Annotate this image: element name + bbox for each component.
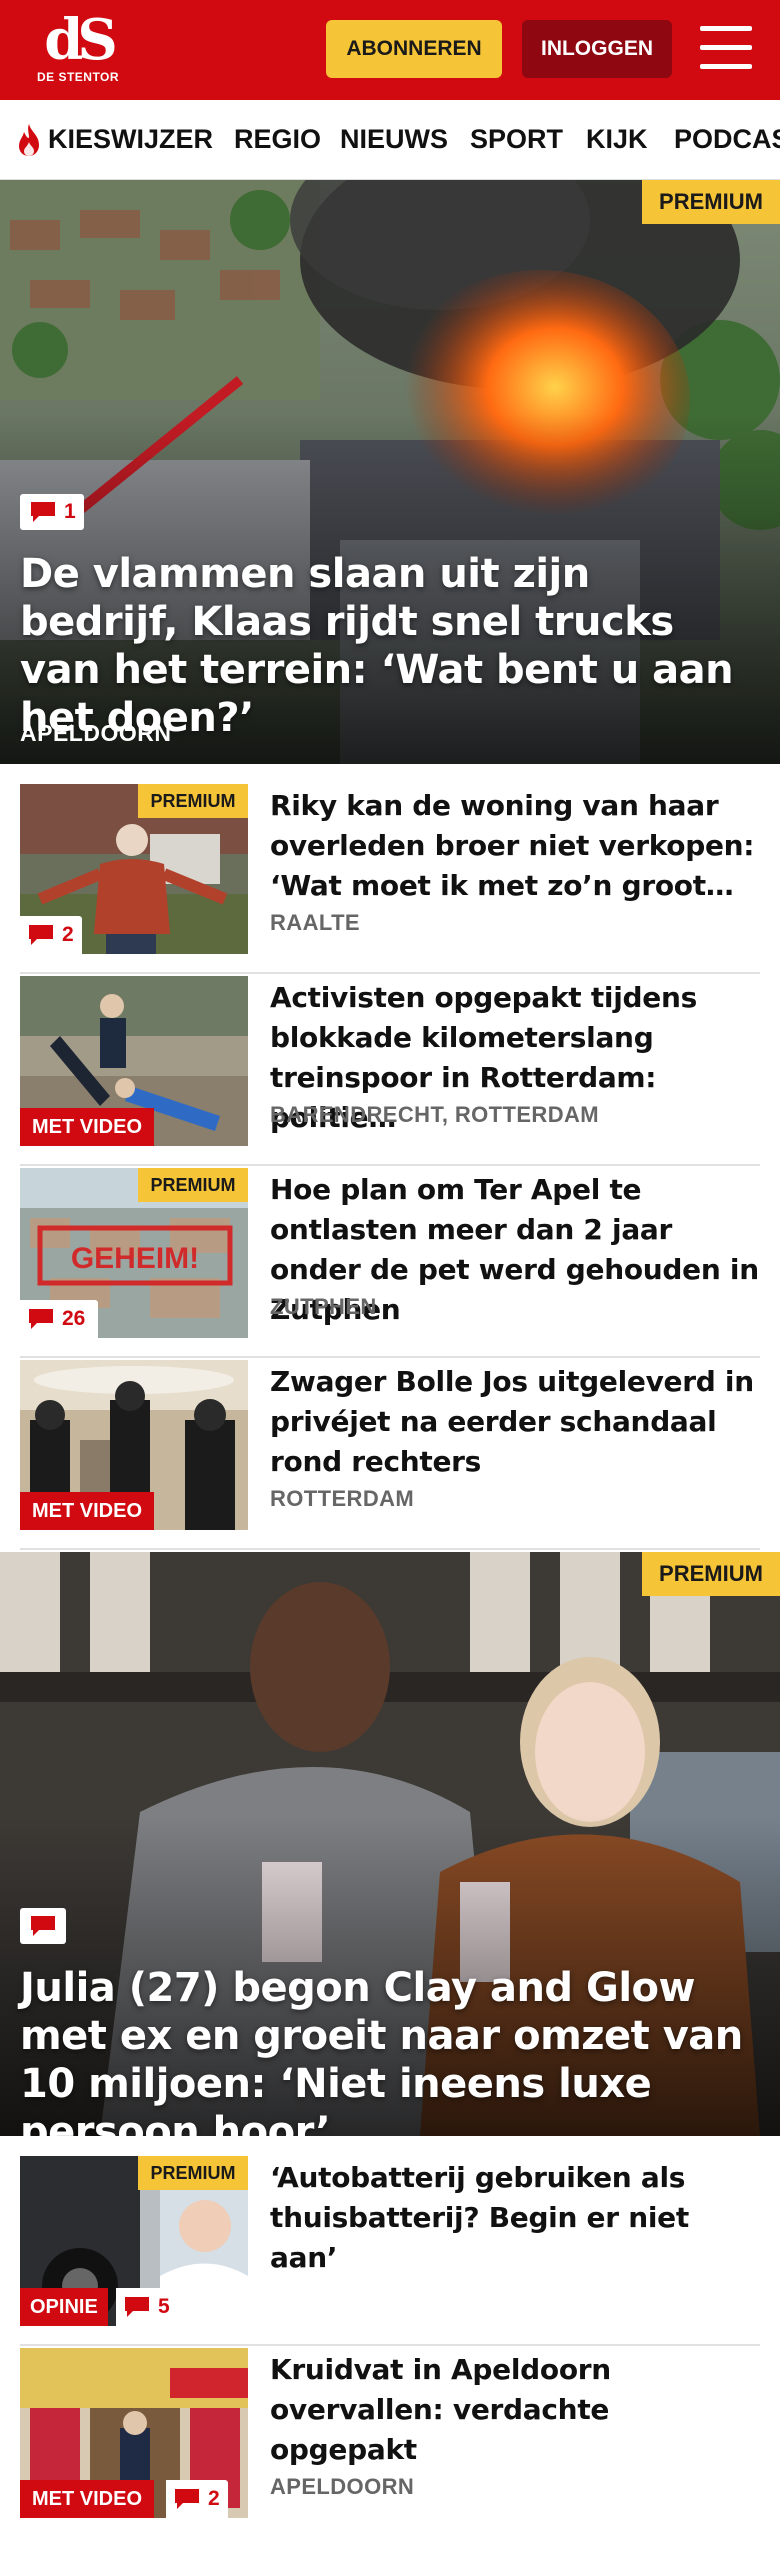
premium-badge: PREMIUM [642, 180, 780, 224]
article-thumbnail: MET VIDEO 2 [20, 2348, 248, 2518]
article-thumbnail: PREMIUM 2 [20, 784, 248, 954]
list-item[interactable]: MET VIDEO 2 Kruidvat in Apeldoorn overva… [20, 2348, 760, 2538]
list-item[interactable]: MET VIDEO Activisten opgepakt tijdens bl… [20, 976, 760, 1166]
article-headline[interactable]: Kruidvat in Apeldoorn overvallen: verdac… [270, 2350, 760, 2470]
comment-badge[interactable] [20, 1908, 66, 1944]
premium-badge: PREMIUM [138, 1168, 248, 1202]
video-tag: MET VIDEO [20, 1492, 155, 1530]
article-location: APELDOORN [270, 2474, 415, 2499]
premium-badge: PREMIUM [138, 2156, 248, 2190]
article-thumbnail: MET VIDEO [20, 976, 248, 1146]
hero-headline[interactable]: Julia (27) begon Clay and Glow met ex en… [20, 1964, 760, 2136]
video-tag: MET VIDEO [20, 1108, 155, 1146]
comment-icon [125, 2297, 149, 2317]
article-thumbnail: MET VIDEO [20, 1360, 248, 1530]
premium-badge: PREMIUM [642, 1552, 780, 1596]
article-location: ROTTERDAM [270, 1486, 415, 1511]
comment-count: 2 [62, 923, 74, 946]
comment-icon [29, 1309, 53, 1329]
article-location: RAALTE [270, 910, 360, 935]
site-logo[interactable]: dS DE STENTOR [28, 12, 128, 90]
comment-count: 2 [208, 2487, 220, 2510]
nav-item-sport[interactable]: SPORT [470, 124, 563, 155]
comment-count: 5 [158, 2295, 170, 2318]
nav-item-regio[interactable]: REGIO [234, 124, 321, 155]
article-location: BARENDRECHT, ROTTERDAM [270, 1102, 600, 1127]
comment-count-badge[interactable]: 1 [20, 494, 84, 530]
article-headline[interactable]: Riky kan de woning van haar overleden br… [270, 786, 760, 906]
logo-mark: dS [44, 7, 118, 73]
main-navigation: KIESWIJZER REGIO NIEUWS SPORT KIJK PODCA… [0, 100, 780, 180]
comment-count-badge[interactable]: 5 [116, 2288, 178, 2326]
video-tag: MET VIDEO [20, 2480, 155, 2518]
comment-count: 26 [62, 1307, 86, 1330]
hero-article-clay-glow[interactable]: PREMIUM Julia (27) begon Clay and Glow m… [0, 1552, 780, 2136]
article-headline[interactable]: Zwager Bolle Jos uitgeleverd in privéjet… [270, 1362, 760, 1482]
comment-icon [31, 502, 55, 522]
hamburger-icon[interactable] [700, 26, 752, 70]
article-thumbnail: PREMIUM OPINIE 5 [20, 2156, 248, 2326]
opinie-tag: OPINIE [20, 2288, 108, 2326]
nav-item-nieuws[interactable]: NIEUWS [340, 124, 448, 155]
article-headline[interactable]: ‘Autobatterij gebruiken als thuisbatteri… [270, 2158, 760, 2278]
comment-icon [29, 925, 53, 945]
top-header: dS DE STENTOR ABONNEREN INLOGGEN [0, 0, 780, 100]
list-item[interactable]: PREMIUM 2 Riky kan de woning van haar ov… [20, 784, 760, 974]
article-thumbnail: GEHEIM! PREMIUM 26 [20, 1168, 248, 1338]
nav-item-podcast[interactable]: PODCAS [674, 124, 780, 155]
comment-icon [175, 2489, 199, 2509]
comment-count-badge[interactable]: 2 [20, 916, 82, 954]
stamp-text: GEHEIM! [71, 1242, 199, 1275]
nav-item-kijk[interactable]: KIJK [586, 124, 648, 155]
list-item[interactable]: GEHEIM! PREMIUM 26 Hoe plan om Ter Apel … [20, 1168, 760, 1358]
comment-icon [31, 1916, 55, 1936]
hero-location: APELDOORN [20, 720, 172, 746]
logo-subtitle: DE STENTOR [36, 70, 120, 84]
premium-badge: PREMIUM [138, 784, 248, 818]
comment-count-badge[interactable]: 26 [20, 1300, 98, 1338]
hero-article-fire[interactable]: PREMIUM 1 De vlammen slaan uit zijn bedr… [0, 180, 780, 764]
list-item[interactable]: PREMIUM OPINIE 5 ‘Autobatterij gebruiken… [20, 2156, 760, 2346]
hero-headline[interactable]: De vlammen slaan uit zijn bedrijf, Klaas… [20, 550, 760, 742]
subscribe-button[interactable]: ABONNEREN [326, 20, 502, 78]
list-item[interactable]: MET VIDEO Zwager Bolle Jos uitgeleverd i… [20, 1360, 760, 1550]
flame-icon [19, 124, 39, 156]
comment-count: 1 [64, 500, 76, 523]
comment-count-badge[interactable]: 2 [166, 2480, 228, 2518]
nav-item-kieswijzer[interactable]: KIESWIJZER [48, 124, 213, 155]
login-button[interactable]: INLOGGEN [522, 20, 672, 78]
article-location: ZUTPHEN [270, 1294, 377, 1319]
